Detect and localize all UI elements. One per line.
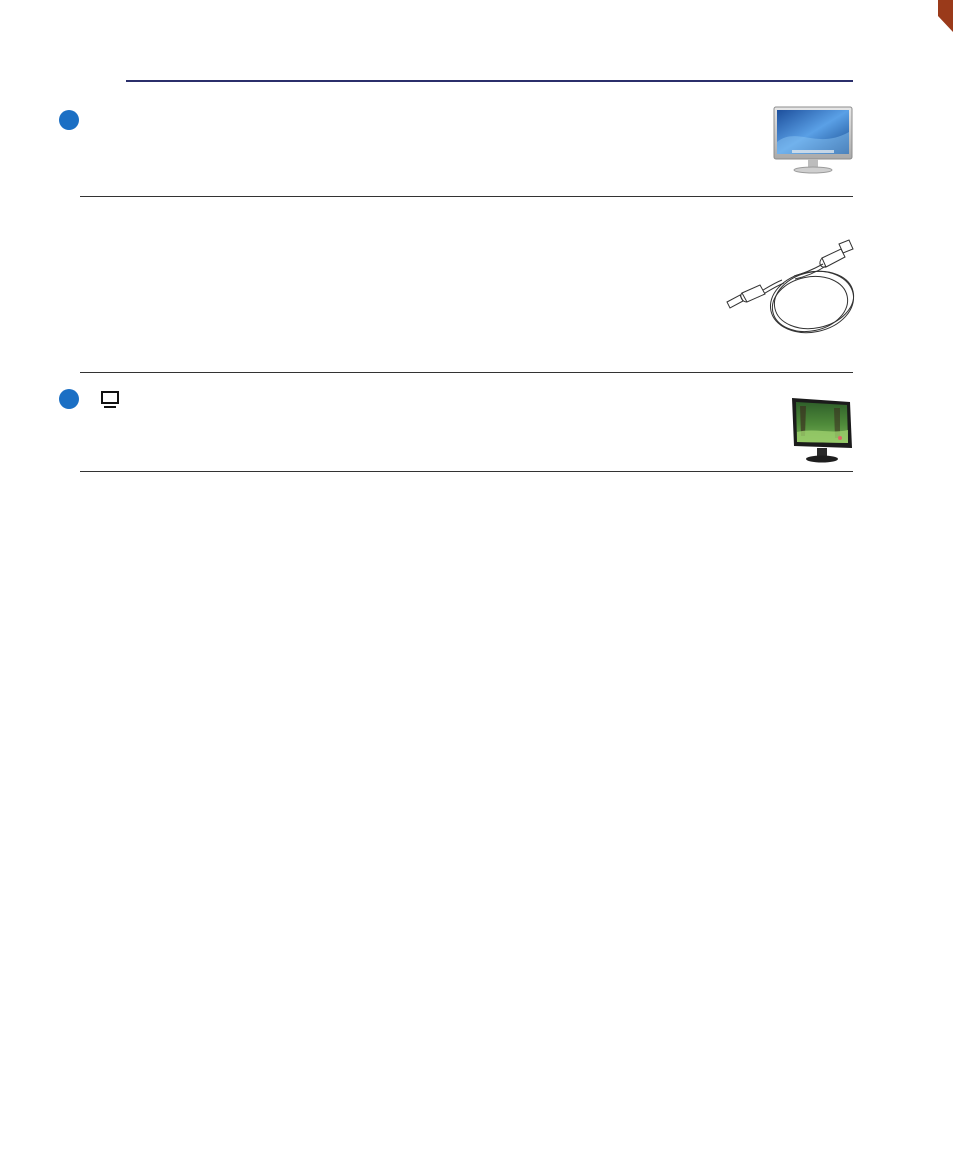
page-corner-mark — [938, 0, 953, 32]
section-divider — [80, 372, 853, 373]
display-icon — [101, 391, 119, 408]
section-1-bullet — [59, 110, 79, 130]
header-rule — [126, 80, 853, 82]
hdmi-cable-image — [726, 239, 855, 334]
lcd-monitor-image — [792, 398, 852, 463]
section-divider — [80, 196, 853, 197]
section-3-bullet — [59, 389, 79, 409]
section-divider — [80, 471, 853, 472]
widescreen-monitor-image — [773, 106, 853, 174]
